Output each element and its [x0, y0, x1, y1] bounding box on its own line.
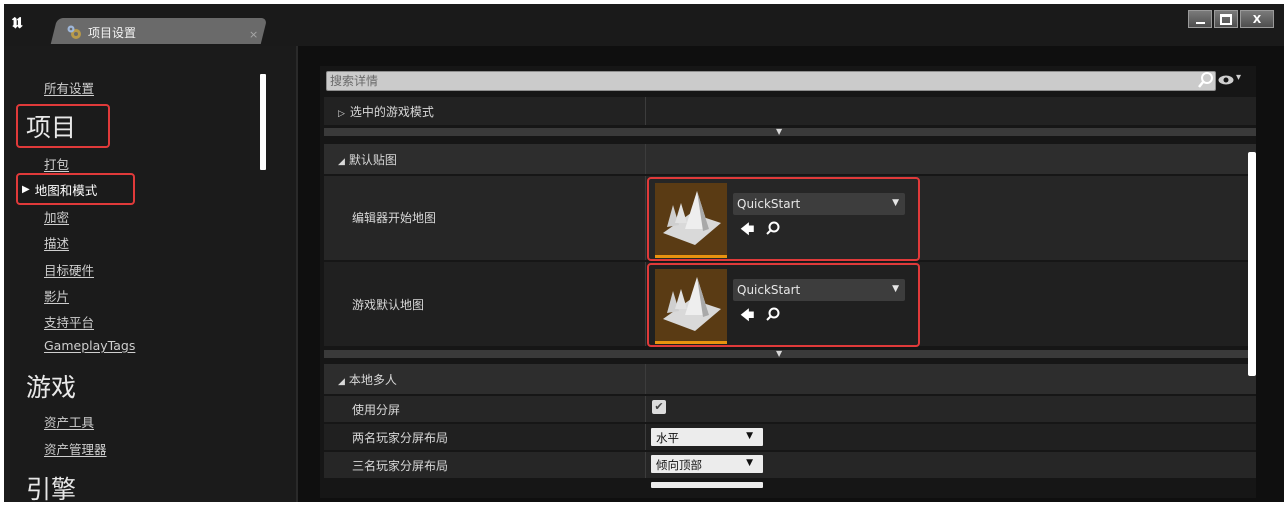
section-heading-engine: 引擎	[26, 475, 77, 502]
property-label: 编辑器开始地图	[352, 211, 437, 225]
highlight-game-default-map	[647, 263, 920, 347]
category-label: ◢ 本地多人	[338, 373, 397, 387]
property-two-player-layout	[324, 424, 1256, 450]
search-input[interactable]	[326, 71, 1216, 91]
select-value: 倾向顶部	[656, 458, 702, 472]
eye-icon[interactable]	[1218, 75, 1234, 85]
close-button[interactable]: X	[1240, 10, 1274, 28]
search-placeholder: 搜索详情	[330, 74, 379, 88]
highlight-maps-and-modes	[16, 173, 135, 205]
sidebar-item-asset-tools[interactable]: 资产工具	[44, 412, 94, 431]
column-divider	[645, 97, 646, 125]
section-heading-game: 游戏	[26, 373, 77, 402]
sidebar-item-asset-manager[interactable]: 资产管理器	[44, 439, 107, 458]
column-divider	[645, 176, 646, 260]
property-label: 使用分屏	[352, 403, 401, 417]
tab-title: 项目设置	[88, 25, 137, 40]
property-use-splitscreen	[324, 396, 1256, 422]
sidebar-scrollbar[interactable]	[260, 74, 266, 170]
sidebar-item-encryption[interactable]: 加密	[44, 207, 69, 226]
sidebar-item-movies[interactable]: 影片	[44, 286, 69, 305]
three-player-layout-select[interactable]: 倾向顶部 ▼	[651, 455, 763, 473]
column-divider	[645, 144, 646, 174]
chevron-down-icon: ▼	[746, 458, 753, 468]
sidebar-item-all-settings[interactable]: 所有设置	[44, 78, 94, 97]
highlight-project-heading	[16, 104, 110, 148]
sidebar-divider	[296, 46, 298, 502]
column-divider	[645, 364, 646, 394]
property-label: 两名玩家分屏布局	[352, 431, 449, 445]
sidebar-item-packaging[interactable]: 打包	[44, 154, 69, 173]
category-label: ▷ 选中的游戏模式	[338, 105, 434, 119]
sidebar-item-gameplay-tags[interactable]: GameplayTags	[44, 338, 135, 353]
dropdown-partial[interactable]	[651, 482, 763, 488]
column-divider	[645, 262, 646, 346]
advanced-expander[interactable]: ▼	[324, 127, 1256, 136]
property-label: 游戏默认地图	[352, 298, 425, 312]
column-divider	[645, 424, 646, 450]
two-player-layout-select[interactable]: 水平 ▼	[651, 428, 763, 446]
advanced-expander[interactable]: ▼	[324, 349, 1256, 358]
checkmark-icon: ✔	[654, 400, 664, 413]
column-divider	[645, 396, 646, 422]
expanded-arrow-icon: ◢	[338, 157, 345, 167]
window-controls: X	[1188, 10, 1274, 28]
title-bar: 𝖚 项目设置 × X	[4, 4, 1284, 46]
property-three-player-layout	[324, 452, 1256, 478]
ue-logo: 𝖚	[12, 9, 23, 33]
tab-close-icon[interactable]: ×	[249, 28, 258, 41]
sidebar-item-supported-platforms[interactable]: 支持平台	[44, 312, 94, 331]
category-selected-game-mode[interactable]	[324, 97, 1256, 125]
property-label: 三名玩家分屏布局	[352, 459, 449, 473]
search-icon[interactable]	[1198, 71, 1214, 89]
maximize-button[interactable]	[1214, 10, 1238, 28]
chevron-down-icon[interactable]: ▾	[1236, 72, 1241, 83]
sidebar-item-description[interactable]: 描述	[44, 233, 69, 252]
select-value: 水平	[656, 431, 679, 445]
expanded-arrow-icon: ◢	[338, 377, 345, 387]
minimize-button[interactable]	[1188, 10, 1212, 28]
collapsed-arrow-icon: ▷	[338, 109, 345, 119]
expand-down-icon: ▼	[776, 349, 783, 358]
splitscreen-checkbox[interactable]: ✔	[652, 400, 666, 414]
chevron-down-icon: ▼	[746, 431, 753, 441]
details-scrollbar[interactable]	[1248, 152, 1256, 376]
gear-icon	[67, 25, 81, 39]
column-divider	[645, 452, 646, 478]
sidebar-item-target-hardware[interactable]: 目标硬件	[44, 260, 94, 279]
category-default-maps[interactable]	[324, 144, 1256, 174]
tab-content: 项目设置	[66, 22, 136, 42]
expand-down-icon: ▼	[776, 127, 783, 136]
category-label: ◢ 默认贴图	[338, 153, 397, 167]
highlight-editor-startup-map	[647, 177, 920, 261]
category-local-multiplayer[interactable]	[324, 364, 1256, 394]
